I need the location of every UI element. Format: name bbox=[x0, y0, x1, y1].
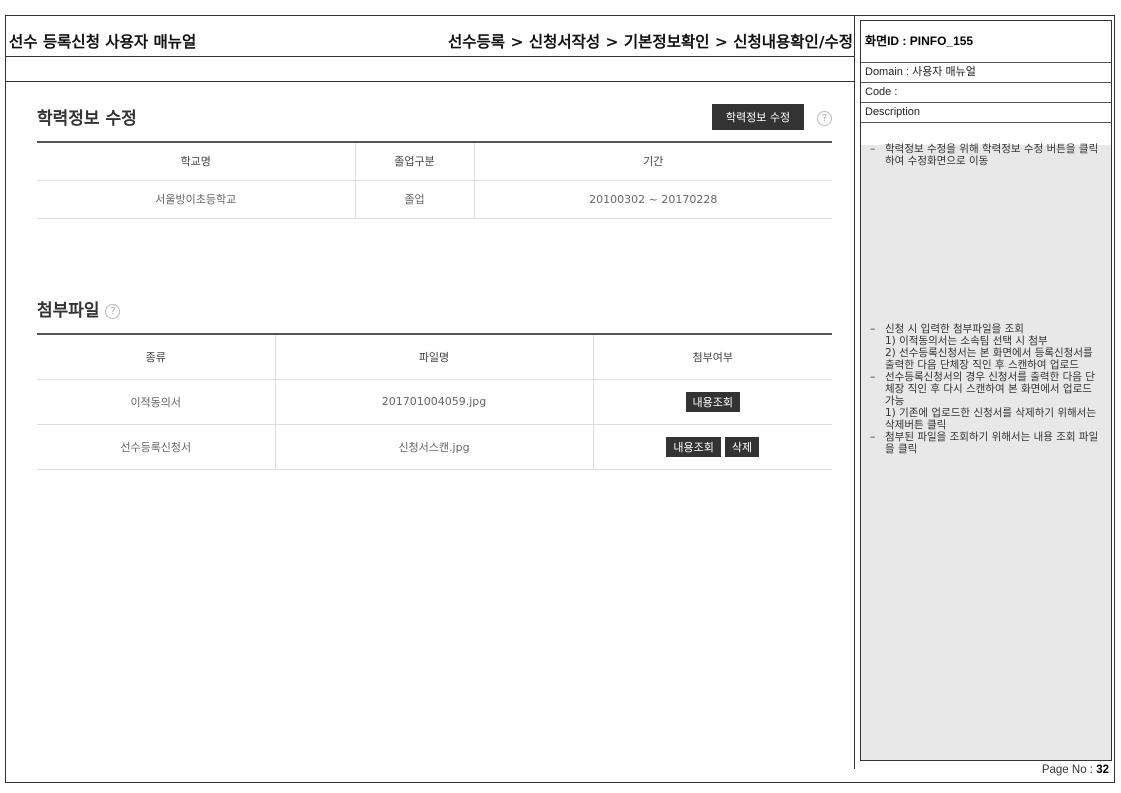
description-label: Description bbox=[861, 103, 1111, 123]
help-icon[interactable]: ? bbox=[105, 304, 121, 319]
help-icon[interactable]: ? bbox=[817, 111, 832, 126]
table-header-row: 학교명 졸업구분 기간 bbox=[37, 142, 832, 181]
table-row: 이적동의서 201701004059.jpg 내용조회 bbox=[37, 379, 832, 425]
column-header-graduation: 졸업구분 bbox=[354, 142, 474, 181]
view-content-button[interactable]: 내용조회 bbox=[666, 436, 721, 457]
description-block-education: 학력정보 수정을 위해 학력정보 수정 버튼을 클릭하여 수정화면으로 이동 bbox=[861, 143, 1103, 167]
description-item: 선수등록신청서의 경우 신청서를 출력한 다음 단체장 직인 후 다시 스캔하여… bbox=[861, 371, 1103, 407]
attachment-type-cell: 선수등록신청서 bbox=[37, 424, 275, 470]
panel-divider bbox=[854, 15, 855, 769]
school-name-cell: 서울방이초등학교 bbox=[37, 180, 355, 219]
description-block-attachments: 신청 시 입력한 첨부파일을 조회 1) 이적동의서는 소속팀 선택 시 첨부 … bbox=[861, 323, 1103, 455]
description-subitem: 1) 기존에 업로드한 신청서를 삭제하기 위해서는 삭제버튼 클릭 bbox=[885, 407, 1097, 431]
attachments-section-title: 첨부파일 ? bbox=[37, 296, 121, 321]
screen-id: 화면ID : PINFO_155 bbox=[861, 21, 1111, 63]
attachments-table: 종류 파일명 첨부여부 이적동의서 201701004059.jpg 내용조회 … bbox=[37, 333, 832, 470]
view-content-button[interactable]: 내용조회 bbox=[685, 391, 740, 412]
header-divider-top bbox=[6, 56, 854, 57]
description-item: 학력정보 수정을 위해 학력정보 수정 버튼을 클릭하여 수정화면으로 이동 bbox=[861, 143, 1103, 167]
description-body: 학력정보 수정을 위해 학력정보 수정 버튼을 클릭하여 수정화면으로 이동 신… bbox=[861, 143, 1111, 760]
table-row: 서울방이초등학교 졸업 20100302 ~ 20170228 bbox=[37, 180, 832, 219]
domain-label: Domain : 사용자 매뉴얼 bbox=[861, 63, 1111, 83]
description-item: 신청 시 입력한 첨부파일을 조회 bbox=[861, 323, 1103, 335]
header-divider-bottom bbox=[6, 81, 854, 82]
table-header-row: 종류 파일명 첨부여부 bbox=[37, 334, 832, 380]
document-title: 선수 등록신청 사용자 매뉴얼 bbox=[9, 33, 197, 51]
column-header-period: 기간 bbox=[473, 142, 832, 181]
description-panel: 화면ID : PINFO_155 Domain : 사용자 매뉴얼 Code :… bbox=[860, 20, 1112, 761]
education-table: 학교명 졸업구분 기간 서울방이초등학교 졸업 20100302 ~ 20170… bbox=[37, 141, 832, 219]
breadcrumb: 선수등록 > 신청서작성 > 기본정보확인 > 신청내용확인/수정 bbox=[448, 33, 853, 51]
education-section-title: 학력정보 수정 bbox=[37, 109, 137, 129]
description-item: 첨부된 파일을 조회하기 위해서는 내용 조회 파일을 클릭 bbox=[861, 431, 1103, 455]
description-subitem: 1) 이적동의서는 소속팀 선택 시 첨부 bbox=[885, 335, 1048, 347]
attachment-type-cell: 이적동의서 bbox=[37, 379, 275, 425]
table-row: 선수등록신청서 신청서스캔.jpg 내용조회 삭제 bbox=[37, 424, 832, 470]
period-cell: 20100302 ~ 20170228 bbox=[473, 180, 832, 219]
attachment-actions-cell: 내용조회 bbox=[592, 379, 832, 425]
description-subitem: 2) 선수등록신청서는 본 화면에서 등록신청서를 출력한 다음 단체장 직인 … bbox=[885, 347, 1093, 371]
attachment-filename-cell: 신청서스캔.jpg bbox=[274, 424, 593, 470]
edit-education-button[interactable]: 학력정보 수정 bbox=[712, 104, 804, 130]
column-header-attached: 첨부여부 bbox=[592, 334, 832, 380]
attachment-filename-cell: 201701004059.jpg bbox=[274, 379, 593, 425]
code-label: Code : bbox=[861, 83, 1111, 103]
page-number-label: Page No : bbox=[1041, 764, 1093, 776]
column-header-school: 학교명 bbox=[37, 142, 355, 181]
page-number-value: 32 bbox=[1096, 764, 1109, 776]
delete-button[interactable]: 삭제 bbox=[724, 436, 760, 457]
column-header-type: 종류 bbox=[37, 334, 275, 380]
attachments-title-text: 첨부파일 bbox=[37, 301, 100, 321]
graduation-status-cell: 졸업 bbox=[354, 180, 474, 219]
column-header-filename: 파일명 bbox=[274, 334, 593, 380]
page-number: Page No : 32 bbox=[1042, 764, 1109, 776]
attachment-actions-cell: 내용조회 삭제 bbox=[592, 424, 832, 470]
